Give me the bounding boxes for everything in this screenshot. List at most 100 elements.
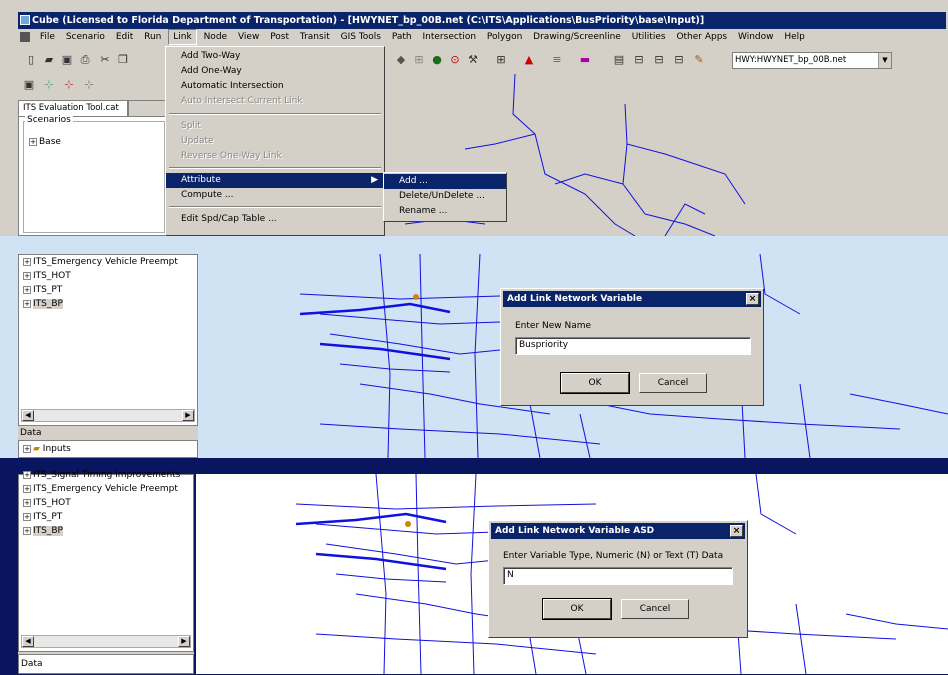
expand-plus-icon[interactable]: + <box>23 444 31 453</box>
menu-item-edit-spd-cap-table[interactable]: Edit Spd/Cap Table ... <box>166 212 384 227</box>
tree-item-its-hot[interactable]: + ITS_HOT <box>23 498 71 508</box>
menu-intersection[interactable]: Intersection <box>419 29 481 46</box>
chevron-down-icon[interactable]: ▼ <box>878 53 891 68</box>
expand-plus-icon[interactable]: + <box>23 285 31 294</box>
close-icon[interactable]: × <box>730 525 743 537</box>
grid-dropdown-icon[interactable]: ⊞ <box>494 53 508 67</box>
color-dropdown-icon[interactable]: ▲ <box>522 53 536 67</box>
tree-item-its-bp[interactable]: + ITS_BP <box>23 526 63 536</box>
new-file-icon[interactable]: ▯ <box>24 53 38 67</box>
expand-plus-icon[interactable]: + <box>23 299 31 308</box>
scroll-right-icon[interactable]: ▶ <box>178 636 190 647</box>
tree-item-its-pt[interactable]: + ITS_PT <box>23 512 62 522</box>
menu-run[interactable]: Run <box>140 29 165 46</box>
tree-item-inputs[interactable]: + ▰ Inputs <box>23 444 71 454</box>
scroll-left-icon[interactable]: ◀ <box>22 636 34 647</box>
menu-item-add-two-way[interactable]: Add Two-Way <box>166 49 384 64</box>
cut-icon[interactable]: ✂ <box>98 53 112 67</box>
menu-drawing-screenline[interactable]: Drawing/Screenline <box>529 29 625 46</box>
horizontal-scrollbar[interactable]: ◀ ▶ <box>21 409 195 422</box>
horizontal-scrollbar[interactable]: ◀ ▶ <box>21 635 191 648</box>
expand-plus-icon[interactable]: + <box>23 498 31 507</box>
cube-app-icon <box>20 15 30 25</box>
submenu-item-rename[interactable]: Rename ... <box>384 204 506 219</box>
menu-path[interactable]: Path <box>388 29 416 46</box>
tree-expand-icon[interactable]: ⊹ <box>42 78 56 92</box>
menu-post[interactable]: Post <box>266 29 293 46</box>
tree-refresh-icon[interactable]: ⊹ <box>82 78 96 92</box>
tree-item-its-pt[interactable]: + ITS_PT <box>23 285 62 295</box>
scroll-right-icon[interactable]: ▶ <box>182 410 194 421</box>
open-folder-icon[interactable]: ▰ <box>42 53 56 67</box>
menu-edit[interactable]: Edit <box>112 29 137 46</box>
variable-name-input[interactable]: Buspriority <box>515 337 751 355</box>
copy-icon[interactable]: ❐ <box>116 53 130 67</box>
menu-scenario[interactable]: Scenario <box>62 29 109 46</box>
tree-item-signal-timing[interactable]: + ITS_Signal Timing Improvements <box>23 470 180 480</box>
menu-window[interactable]: Window <box>734 29 778 46</box>
tree-collapse-icon[interactable]: ⊹ <box>62 78 76 92</box>
tree-item-its-bp[interactable]: + ITS_BP <box>23 299 63 309</box>
menu-node[interactable]: Node <box>200 29 232 46</box>
line-color-icon[interactable]: ▬ <box>578 53 592 67</box>
submenu-item-add[interactable]: Add ... <box>384 174 506 189</box>
copy-page-icon[interactable]: ▤ <box>612 53 626 67</box>
cancel-button[interactable]: Cancel <box>621 599 689 619</box>
layers-icon[interactable]: ⊞ <box>412 53 426 67</box>
menu-item-attribute[interactable]: Attribute ▶ <box>166 173 384 188</box>
target-icon[interactable]: ⊙ <box>448 53 462 67</box>
selected-node-marker[interactable] <box>413 294 419 300</box>
ok-button[interactable]: OK <box>542 598 612 620</box>
globe-icon[interactable]: ● <box>430 53 444 67</box>
tree-view: + ITS_Signal Timing Improvements + ITS_Eme… <box>18 470 194 652</box>
panel-variable-type: + ITS_Signal Timing Improvements + ITS_Eme… <box>0 458 948 675</box>
expand-plus-icon[interactable]: + <box>29 137 37 146</box>
window-title: Cube (Licensed to Florida Department of … <box>32 15 705 26</box>
line-style-icon[interactable]: ≡ <box>550 53 564 67</box>
menu-view[interactable]: View <box>234 29 263 46</box>
menu-item-automatic-intersection[interactable]: Automatic Intersection <box>166 79 384 94</box>
menu-transit[interactable]: Transit <box>296 29 334 46</box>
expand-plus-icon[interactable]: + <box>23 271 31 280</box>
expand-plus-icon[interactable]: + <box>23 484 31 493</box>
tab-catalog[interactable]: ITS Evaluation Tool.cat <box>18 100 128 116</box>
tree-item-its-hot[interactable]: + ITS_HOT <box>23 271 71 281</box>
brush-icon[interactable]: ✎ <box>692 53 706 67</box>
submenu-item-delete-undelete[interactable]: Delete/UnDelete ... <box>384 189 506 204</box>
tools-dropdown-icon[interactable]: ⚒ <box>466 53 480 67</box>
close-icon[interactable]: × <box>746 293 759 305</box>
save-icon[interactable]: ▣ <box>22 78 36 92</box>
menu-item-add-one-way[interactable]: Add One-Way <box>166 64 384 79</box>
document-icon[interactable] <box>20 31 30 42</box>
menu-other-apps[interactable]: Other Apps <box>672 29 731 46</box>
menu-gis-tools[interactable]: GIS Tools <box>337 29 385 46</box>
scroll-left-icon[interactable]: ◀ <box>22 410 34 421</box>
tree-item-base[interactable]: + Base <box>29 137 61 147</box>
menu-utilities[interactable]: Utilities <box>628 29 670 46</box>
menu-polygon[interactable]: Polygon <box>483 29 526 46</box>
save-icon[interactable]: ▣ <box>60 53 74 67</box>
ok-button[interactable]: OK <box>560 372 630 394</box>
menu-file[interactable]: File <box>36 29 59 46</box>
catalog-pane-2: + ITS_Emergency Vehicle Preempt + ITS_HOT … <box>18 254 198 458</box>
layer-combo[interactable]: HWY:HWYNET_bp_00B.net ▼ <box>732 52 892 69</box>
menu-link[interactable]: Link <box>168 29 197 45</box>
cancel-button[interactable]: Cancel <box>639 373 707 393</box>
expand-plus-icon[interactable]: + <box>23 257 31 266</box>
train-icon[interactable]: ⊟ <box>652 53 666 67</box>
bus2-icon[interactable]: ⊟ <box>672 53 686 67</box>
polygon-icon[interactable]: ◆ <box>394 53 408 67</box>
variable-type-input[interactable]: N <box>503 567 733 585</box>
bus-icon[interactable]: ⊟ <box>632 53 646 67</box>
menu-item-compute[interactable]: Compute ... <box>166 188 384 203</box>
tree-item-emergency-preempt[interactable]: + ITS_Emergency Vehicle Preempt <box>23 257 178 267</box>
expand-plus-icon[interactable]: + <box>23 526 31 535</box>
selected-node-marker[interactable] <box>405 521 411 527</box>
menu-help[interactable]: Help <box>780 29 809 46</box>
catalog-pane-3: + ITS_Signal Timing Improvements + ITS_Eme… <box>18 470 194 674</box>
expand-plus-icon[interactable]: + <box>23 512 31 521</box>
expand-plus-icon[interactable]: + <box>23 470 31 479</box>
tab-empty[interactable] <box>128 100 168 116</box>
print-icon[interactable]: ⎙ <box>78 53 92 67</box>
tree-item-emergency-preempt[interactable]: + ITS_Emergency Vehicle Preempt <box>23 484 178 494</box>
